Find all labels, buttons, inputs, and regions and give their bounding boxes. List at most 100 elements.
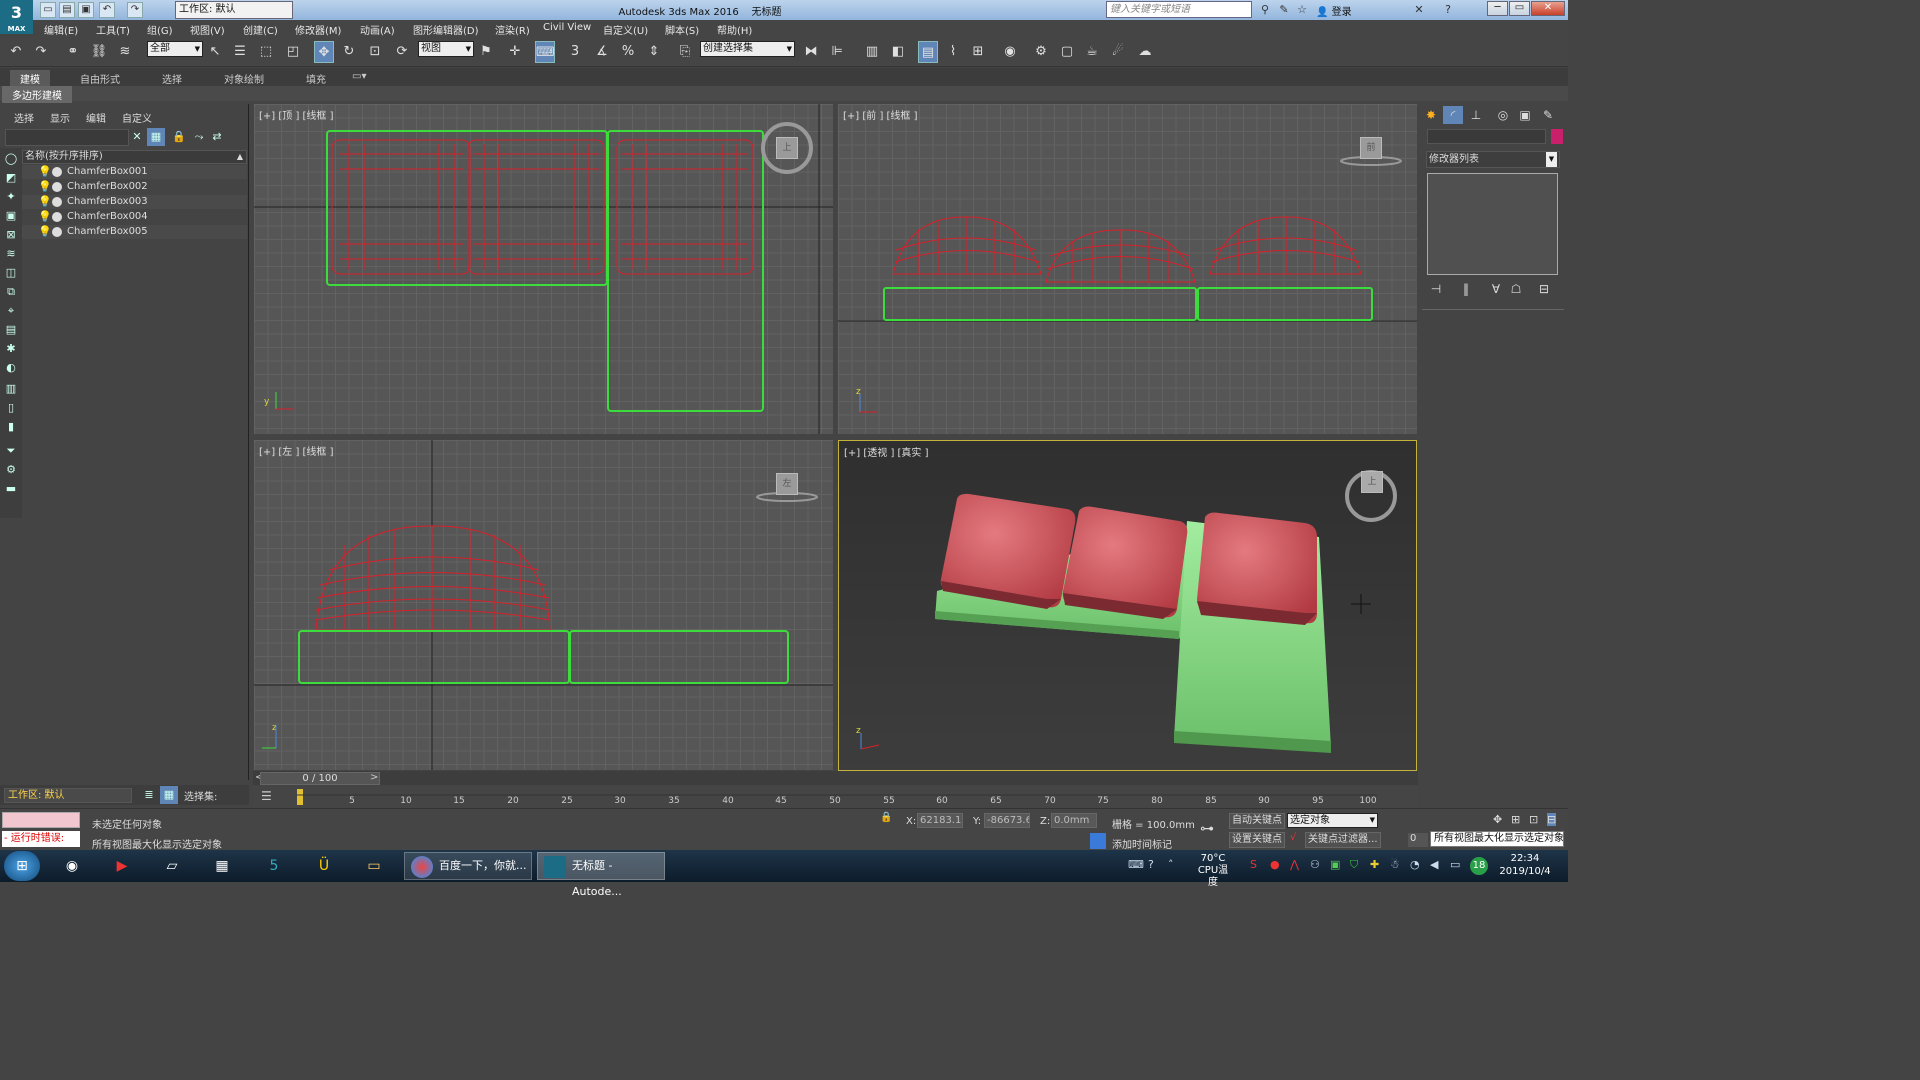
angle-snap-icon[interactable]: ∡ bbox=[592, 41, 612, 63]
selection-filter-dropdown[interactable]: 全部 bbox=[147, 41, 203, 57]
visibility-icon[interactable] bbox=[52, 182, 62, 192]
menu-customize[interactable]: 自定义(U) bbox=[603, 22, 648, 37]
render-production-icon[interactable]: ☕ bbox=[1082, 41, 1102, 63]
shield-icon[interactable]: ⛉ bbox=[1350, 858, 1358, 872]
wifi-icon[interactable]: ◔ bbox=[1410, 858, 1420, 871]
media-player-icon[interactable]: ▶ bbox=[100, 852, 144, 880]
display-helpers-icon[interactable]: ⊠ bbox=[2, 226, 20, 244]
chrome-icon[interactable]: ◉ bbox=[50, 852, 94, 880]
keyboard-icon[interactable]: ⌨ bbox=[1128, 858, 1144, 871]
material-editor-icon[interactable]: ◉ bbox=[1000, 41, 1020, 63]
minimize-button[interactable]: ─ bbox=[1487, 1, 1508, 16]
y-coord-field[interactable]: -86673.625 bbox=[984, 813, 1030, 828]
task-browser[interactable]: 百度一下，你就... bbox=[404, 852, 532, 880]
table-row[interactable]: 💡 ChamferBox004 bbox=[22, 210, 247, 224]
ribbon-options-icon[interactable]: ▭▾ bbox=[352, 71, 366, 82]
render-setup-icon[interactable]: ⚙ bbox=[1031, 41, 1051, 63]
utilities-tab-icon[interactable]: ✎ bbox=[1538, 106, 1558, 124]
app-logo[interactable]: 3 MAX bbox=[0, 0, 33, 34]
pin-stack-icon[interactable]: ⊣ bbox=[1426, 280, 1446, 298]
bind-spacewarp-icon[interactable]: ≋ bbox=[115, 41, 135, 63]
light-bulb-icon[interactable]: 💡 bbox=[38, 225, 52, 239]
select-scale-icon[interactable]: ⊡ bbox=[365, 41, 385, 63]
start-button[interactable]: ⊞ bbox=[4, 851, 40, 881]
filter-settings-icon[interactable]: ⚙ bbox=[2, 461, 20, 479]
show-end-result-icon[interactable]: ‖ bbox=[1456, 280, 1476, 298]
help-tray-icon[interactable]: ? bbox=[1148, 858, 1154, 871]
select-by-name-icon[interactable]: ☰ bbox=[230, 41, 250, 63]
column-header-name[interactable]: 名称(按升序排序) ▲ bbox=[22, 150, 247, 164]
scene-explorer-icon[interactable]: ▤ bbox=[918, 41, 938, 63]
workspace-dropdown[interactable]: 工作区: 默认 bbox=[175, 1, 293, 19]
notepad-icon[interactable]: ▱ bbox=[150, 852, 194, 880]
viewport-label-perspective[interactable]: [+] [透视 ] [真实 ] bbox=[844, 444, 929, 459]
menu-views[interactable]: 视图(V) bbox=[190, 22, 225, 37]
link-icon[interactable]: ⚭ bbox=[63, 41, 83, 63]
runtime-error-label[interactable]: - 运行时错误: bbox=[2, 831, 80, 847]
menu-graph-editors[interactable]: 图形编辑器(D) bbox=[413, 22, 479, 37]
volume-icon[interactable]: ◀ bbox=[1430, 858, 1438, 871]
toggle-ribbon-icon[interactable]: ◧ bbox=[888, 41, 908, 63]
time-slider[interactable]: 0 / 100 bbox=[260, 772, 380, 785]
menu-help[interactable]: 帮助(H) bbox=[717, 22, 752, 37]
visibility-icon[interactable] bbox=[52, 197, 62, 207]
menu-group[interactable]: 组(G) bbox=[147, 22, 173, 37]
security-tray-icon[interactable]: ▣ bbox=[1330, 858, 1340, 871]
remove-modifier-icon[interactable]: ☖ bbox=[1506, 280, 1526, 298]
configure-sets-icon[interactable]: ⊟ bbox=[1534, 280, 1554, 298]
display-invert-icon[interactable]: ▮ bbox=[2, 418, 20, 436]
layers-icon[interactable]: ≣ bbox=[140, 786, 158, 804]
object-color-swatch[interactable] bbox=[1551, 129, 1563, 144]
display-geometry-icon[interactable]: ◯ bbox=[2, 150, 20, 168]
align-icon[interactable]: ⊫ bbox=[827, 41, 847, 63]
scene-menu-display[interactable]: 显示 bbox=[50, 110, 70, 125]
rect-selection-icon[interactable]: ⬚ bbox=[256, 41, 276, 63]
zoom-extents-all-selected-icon[interactable]: ⊟ bbox=[1547, 813, 1557, 826]
visibility-icon[interactable] bbox=[52, 167, 62, 177]
display-none-icon[interactable]: ▯ bbox=[2, 399, 20, 417]
viewcube-top[interactable]: 上 bbox=[776, 137, 798, 159]
viewcube-left[interactable]: 左 bbox=[776, 473, 798, 495]
ribbon-tab-populate[interactable]: 填充 bbox=[296, 70, 336, 86]
select-move-icon[interactable]: ✥ bbox=[314, 41, 334, 63]
display-all-icon[interactable]: ▥ bbox=[2, 380, 20, 398]
arrow-tray-icon[interactable]: ˄ bbox=[1168, 858, 1174, 871]
clear-search-icon[interactable]: ✕ bbox=[128, 128, 146, 146]
communication-icon[interactable]: ✎ bbox=[1276, 2, 1292, 18]
login-button[interactable]: 👤 登录 bbox=[1316, 3, 1352, 18]
snaps-toggle-icon[interactable]: 3 bbox=[565, 41, 585, 63]
unlink-icon[interactable]: ⛓ bbox=[89, 41, 109, 63]
select-manipulate-icon[interactable]: ✛ bbox=[505, 41, 525, 63]
undo-icon[interactable]: ↶ bbox=[6, 41, 26, 63]
maxscript-listener-input[interactable] bbox=[2, 812, 80, 828]
help-icon[interactable]: ? bbox=[1440, 2, 1456, 18]
redo-icon[interactable]: ↷ bbox=[31, 41, 51, 63]
motion-tab-icon[interactable]: ◎ bbox=[1493, 106, 1513, 124]
z-coord-field[interactable]: 0.0mm bbox=[1051, 813, 1097, 828]
percent-snap-icon[interactable]: % bbox=[618, 41, 638, 63]
display-bones-icon[interactable]: ⌖ bbox=[2, 302, 20, 320]
pivot-center-icon[interactable]: ⚑ bbox=[476, 41, 496, 63]
viewport-label-top[interactable]: [+] [顶 ] [线框 ] bbox=[259, 107, 334, 122]
x-coord-field[interactable]: 62183.125 bbox=[917, 813, 963, 828]
viewport-label-front[interactable]: [+] [前 ] [线框 ] bbox=[843, 107, 918, 122]
sync-selection-icon[interactable]: ⇄ bbox=[208, 128, 226, 146]
menu-tools[interactable]: 工具(T) bbox=[96, 22, 130, 37]
display-hidden-icon[interactable]: ◐ bbox=[2, 359, 20, 377]
timeline[interactable]: ☰ 5 10 15 20 25 30 35 40 45 50 55 60 65 … bbox=[253, 786, 1418, 808]
light-bulb-icon[interactable]: 💡 bbox=[38, 210, 52, 224]
calculator-icon[interactable]: ▦ bbox=[200, 852, 244, 880]
action-center-icon[interactable]: ▭ bbox=[1450, 858, 1460, 871]
notification-badge[interactable]: 18 bbox=[1470, 857, 1488, 875]
track-bar-toggle-icon[interactable]: ☰ bbox=[261, 789, 281, 805]
display-xrefs-icon[interactable]: ⧉ bbox=[2, 283, 20, 301]
ribbon-tab-freeform[interactable]: 自由形式 bbox=[70, 70, 130, 86]
window-crossing-icon[interactable]: ◰ bbox=[283, 41, 303, 63]
rendered-frame-icon[interactable]: ▢ bbox=[1057, 41, 1077, 63]
menu-create[interactable]: 创建(C) bbox=[243, 22, 278, 37]
auto-key-button[interactable]: 自动关键点 bbox=[1229, 813, 1285, 829]
render-iterative-icon[interactable]: ☄ bbox=[1108, 41, 1128, 63]
filter-funnel-icon[interactable]: ⏷ bbox=[2, 442, 20, 460]
viewport-perspective[interactable]: z 上 [+] [透视 ] [真实 ] bbox=[838, 440, 1417, 771]
save-file-icon[interactable]: ▣ bbox=[78, 2, 94, 18]
